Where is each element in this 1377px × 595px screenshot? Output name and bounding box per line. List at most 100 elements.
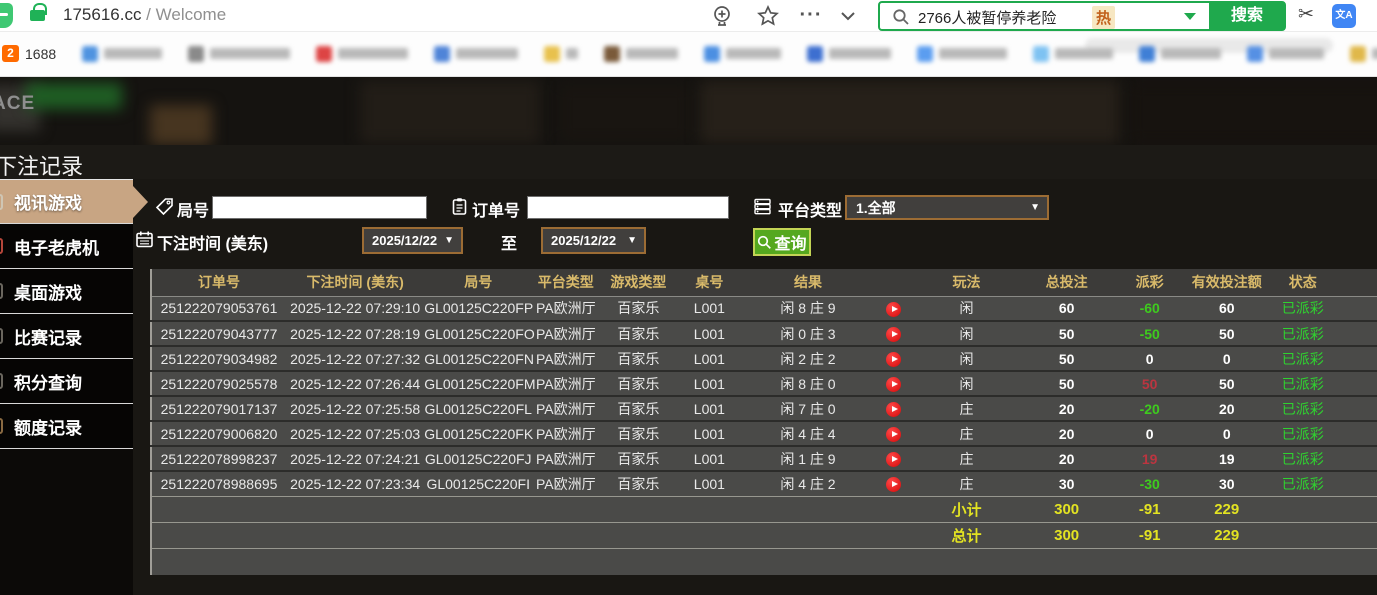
bookmark-item[interactable] (1033, 46, 1113, 62)
clipboard-icon (450, 197, 469, 216)
sidebar-item-slots[interactable]: 电子老虎机 (0, 224, 133, 269)
sidebar-item-match-records[interactable]: 比赛记录 (0, 314, 133, 359)
bookmark-favicon (188, 46, 204, 62)
cell-payout: 0 (1112, 346, 1188, 371)
tag-icon (155, 197, 174, 216)
table-row: 251222078998237 2025-12-22 07:24:21 GL00… (151, 446, 1377, 471)
sidebar-item-label: 额度记录 (14, 414, 82, 439)
cell-round-id: GL00125C220FM (424, 371, 532, 396)
cell-game (1340, 446, 1377, 471)
bookmark-item[interactable] (807, 46, 891, 62)
bookmark-label (456, 48, 518, 59)
more-menu-icon[interactable]: ··· (798, 0, 824, 24)
col-header-table-no: 桌号 (677, 269, 741, 296)
round-id-input[interactable] (212, 196, 427, 219)
banner-block (700, 81, 1120, 143)
sidebar-item-quota-records[interactable]: 额度记录 (0, 404, 133, 449)
bookmark-item[interactable] (1247, 46, 1324, 62)
bookmark-favicon (807, 46, 823, 62)
cell-status: 已派彩 (1266, 296, 1340, 321)
cell-total-bet: 60 (1022, 296, 1112, 321)
play-icon[interactable] (886, 427, 901, 442)
cell-order-id: 251222079053761 (151, 296, 286, 321)
bookmark-item[interactable] (1139, 46, 1221, 62)
cell-status: 已派彩 (1266, 396, 1340, 421)
cell-game (1340, 346, 1377, 371)
sidebar-item-points-query[interactable]: 积分查询 (0, 359, 133, 404)
cell-play (875, 371, 912, 396)
cell-valid-bet: 19 (1188, 446, 1266, 471)
platform-type-select[interactable]: 1.全部 ▼ (845, 195, 1049, 220)
cell-total-bet: 20 (1022, 396, 1112, 421)
subtotal-total-bet: 300 (1022, 496, 1112, 522)
bookmark-item[interactable] (316, 46, 408, 62)
search-query[interactable]: 2766人被暂停养老险 (918, 7, 1056, 28)
bookmark-label (566, 48, 578, 59)
cell-payout: -20 (1112, 396, 1188, 421)
add-circle-icon[interactable] (710, 4, 736, 28)
bookmark-item[interactable] (704, 46, 781, 62)
play-icon[interactable] (886, 377, 901, 392)
cell-platform: PA欧洲厅 (532, 296, 599, 321)
cell-platform: PA欧洲厅 (532, 371, 599, 396)
play-icon[interactable] (886, 402, 901, 417)
cell-round-id: GL00125C220FO (424, 321, 532, 346)
cell-result: 闲 7 庄 0 (741, 396, 874, 421)
favorite-star-icon[interactable] (756, 4, 782, 28)
search-button[interactable]: 搜索 (1209, 2, 1285, 30)
bookmark-item[interactable] (544, 46, 578, 62)
bookmark-item[interactable] (188, 46, 290, 62)
search-dropdown-arrow-icon[interactable] (1184, 13, 1196, 20)
play-icon[interactable] (886, 327, 901, 342)
bookmark-item[interactable] (917, 46, 1007, 62)
bookmark-item-1688[interactable]: 2 1688 (2, 45, 56, 62)
match-records-icon (0, 328, 3, 344)
empty-row (151, 548, 1377, 575)
bookmark-label (726, 48, 781, 59)
cell-game-type: 百家乐 (599, 321, 677, 346)
url-path: / Welcome (141, 5, 226, 24)
bookmark-item[interactable] (1350, 46, 1377, 62)
sidebar-item-video-games[interactable]: 视讯游戏 (0, 179, 133, 224)
sidebar-item-label: 视讯游戏 (14, 189, 82, 214)
cell-platform: PA欧洲厅 (532, 321, 599, 346)
cell-round-id: GL00125C220FK (424, 421, 532, 446)
play-icon[interactable] (886, 477, 901, 492)
bookmark-favicon (704, 46, 720, 62)
sidebar-item-table-games[interactable]: 桌面游戏 (0, 269, 133, 314)
cell-order-id: 251222079017137 (151, 396, 286, 421)
bookmark-favicon (544, 46, 560, 62)
order-id-input[interactable] (527, 196, 729, 219)
cell-round-id: GL00125C220FN (424, 346, 532, 371)
browser-search-box[interactable]: 2766人被暂停养老险 热 搜索 (878, 1, 1286, 31)
bookmark-item[interactable] (604, 46, 678, 62)
bookmark-item[interactable] (434, 46, 518, 62)
date-from-select[interactable]: 2025/12/22 ▼ (362, 227, 463, 254)
screenshot-scissors-icon[interactable]: ✂ (1298, 3, 1314, 26)
cell-status: 已派彩 (1266, 321, 1340, 346)
chevron-down-icon[interactable] (836, 4, 862, 28)
col-header-bet-time: 下注时间 (美东) (286, 269, 424, 296)
cell-bet-side: 庄 (912, 446, 1022, 471)
dropdown-arrow-icon: ▼ (444, 235, 461, 246)
query-button[interactable]: 查询 (753, 228, 811, 256)
cell-order-id: 251222078988695 (151, 471, 286, 496)
play-icon[interactable] (886, 452, 901, 467)
date-to-value: 2025/12/22 (551, 233, 616, 248)
col-header-platform: 平台类型 (532, 269, 599, 296)
sidebar-item-label: 积分查询 (14, 369, 82, 394)
bookmark-favicon: 2 (2, 45, 19, 62)
grand-total-row: 总计 300 -91 229 (151, 522, 1377, 548)
cell-play (875, 396, 912, 421)
table-games-icon (0, 283, 3, 299)
cell-game (1340, 296, 1377, 321)
order-id-label: 订单号 (472, 197, 520, 221)
bookmarks-bar: 2 1688 (0, 32, 1377, 77)
date-to-select[interactable]: 2025/12/22 ▼ (541, 227, 646, 254)
bookmark-item[interactable] (82, 46, 162, 62)
play-icon[interactable] (886, 352, 901, 367)
banner-block (360, 81, 540, 143)
play-icon[interactable] (886, 302, 901, 317)
address-bar[interactable]: 175616.cc / Welcome (63, 5, 226, 25)
translate-icon[interactable]: 文A (1332, 4, 1356, 28)
